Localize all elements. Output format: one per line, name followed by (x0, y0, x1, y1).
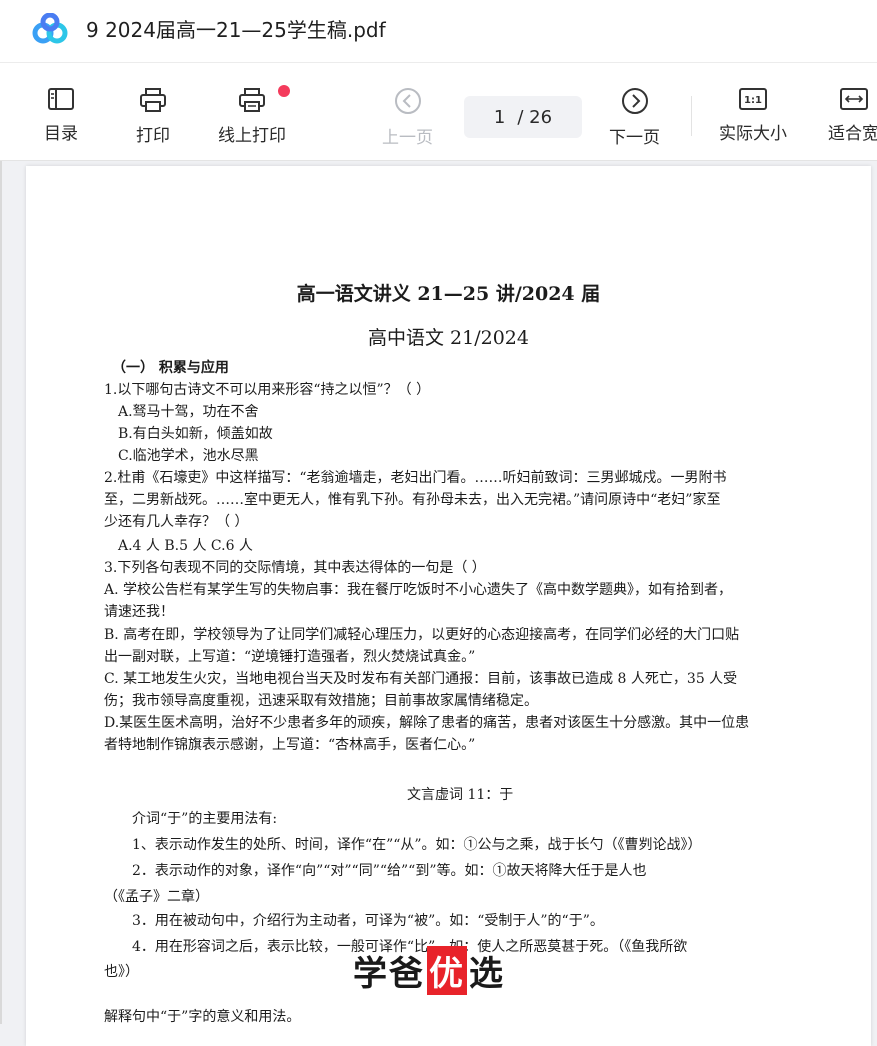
q3-option-c-line1: C. 某工地发生火灾，当地电视台当天及时发布有关部门通报：目前，该事故已造成 8… (104, 671, 738, 687)
paragraph-4: 3．用在被动句中，介绍行为主动者，可译为“被”。如：“受制于人”的“于”。 (132, 913, 604, 929)
paragraph-3-line2: （《孟子》二章） (104, 889, 209, 905)
page-indicator[interactable]: 1 / 26 (464, 96, 582, 138)
q2-options: A.4 人 B.5 人 C.6 人 (118, 538, 253, 554)
actual-size-icon: 1:1 (739, 88, 767, 110)
fit-width-icon (839, 88, 868, 110)
watermark-text-3: 选 (469, 954, 505, 994)
next-page-button[interactable]: 下一页 (609, 63, 660, 160)
print-label: 打印 (136, 126, 170, 146)
online-print-label: 线上打印 (218, 126, 286, 146)
toolbar: 目录 打印 线上打印 上一页 下一页 1:1 实际大小 适合宽 (0, 63, 877, 161)
toc-icon (48, 88, 74, 110)
section-heading-2: 文言虚词 11：于 (407, 787, 514, 803)
doc-heading: 高一语文讲义 21—25 讲/2024 届 (296, 283, 601, 305)
q3-option-a-line1: A. 学校公告栏有某学生写的失物启事：我在餐厅吃饭时不小心遗失了《高中数学题典》… (104, 582, 733, 598)
actual-size-label: 实际大小 (719, 124, 787, 144)
q1-option-b: B.有白头如新，倾盖如故 (118, 426, 273, 442)
online-print-button[interactable]: 线上打印 (218, 63, 286, 160)
q3-option-c-line2: 伤；我市领导高度重视，迅速采取有效措施；目前事故家属情绪稳定。 (104, 693, 538, 709)
q3-option-a-line2: 请速还我！ (104, 604, 174, 620)
q3-option-b-line2: 出一副对联，上写道：“逆境锤打造强者，烈火焚烧试真金。” (104, 649, 476, 665)
paragraph-2: 1、表示动作发生的处所、时间，译作“在”“从”。如：①公与之乘，战于长勺（《曹刿… (132, 837, 702, 853)
fit-width-button[interactable]: 适合宽 (828, 63, 877, 160)
watermark-text-1: 学爸 (353, 954, 425, 994)
page-total: / 26 (517, 106, 553, 128)
paragraph-5-line2: 也》） (104, 964, 139, 980)
q1-option-c: C.临池学术，池水尽黑 (118, 448, 259, 464)
question-1: 1.以下哪句古诗文不可以用来形容“持之以恒”？（ ） (104, 382, 431, 398)
doc-subheading: 高中语文 21/2024 (368, 327, 529, 349)
chevron-right-circle-icon (621, 88, 648, 114)
q3-option-b-line1: B. 高考在即，学校领导为了让同学们减轻心理压力，以更好的心态迎接高考，在同学们… (104, 627, 740, 643)
print-button[interactable]: 打印 (136, 63, 170, 160)
paragraph-6: 解释句中“于”字的意义和用法。 (104, 1009, 301, 1025)
q3-option-d-line1: D.某医生医术高明，治好不少患者多年的顽疾，解除了患者的痛苦，患者对该医生十分感… (104, 715, 750, 731)
pdf-page: 高一语文讲义 21—25 讲/2024 届 高中语文 21/2024 （一） 积… (26, 166, 871, 1046)
question-2-line2: 至，二男新战死。……室中更无人，惟有乳下孙。有孙母未去，出入无完裙。”请问原诗中… (104, 492, 721, 508)
paragraph-1: 介词“于”的主要用法有: (132, 811, 278, 827)
q3-option-d-line2: 者特地制作锦旗表示感谢，上写道：“杏林高手，医者仁心。” (104, 737, 476, 753)
title-bar: 9 2024届高一21—25学生稿.pdf (0, 0, 877, 63)
prev-page-label: 上一页 (382, 128, 433, 148)
section-heading: （一） 积累与应用 (112, 360, 229, 376)
toolbar-separator (691, 96, 692, 136)
paragraph-3-line1: 2．表示动作的对象，译作“向”“对”“同”“给”“到”等。如：①故天将降大任于是… (132, 863, 647, 879)
document-title: 9 2024届高一21—25学生稿.pdf (86, 18, 386, 42)
question-2-line1: 2.杜甫《石壕吏》中这样描写：“老翁逾墙走，老妇出门看。……听妇前致词：三男邺城… (104, 470, 727, 486)
fit-width-label: 适合宽 (828, 124, 877, 144)
toc-button[interactable]: 目录 (44, 63, 78, 160)
notification-badge (278, 85, 290, 97)
watermark-text-2: 优 (427, 946, 467, 995)
left-edge (0, 63, 2, 1024)
prev-page-button[interactable]: 上一页 (382, 63, 433, 160)
app-logo-icon (32, 13, 68, 44)
online-printer-icon (239, 88, 265, 112)
actual-size-button[interactable]: 1:1 实际大小 (719, 63, 787, 160)
next-page-label: 下一页 (609, 128, 660, 148)
toc-label: 目录 (44, 124, 78, 144)
watermark: 学爸优选 (353, 946, 505, 995)
printer-icon (140, 88, 166, 112)
question-2-line3: 少还有几人幸存？（ ） (104, 514, 249, 530)
q1-option-a: A.驽马十驾，功在不舍 (118, 404, 259, 420)
svg-text:1:1: 1:1 (744, 95, 762, 106)
question-3: 3.下列各句表现不同的交际情境，其中表达得体的一句是（ ） (104, 560, 486, 576)
page-current: 1 (493, 106, 506, 128)
chevron-left-circle-icon (394, 88, 421, 114)
